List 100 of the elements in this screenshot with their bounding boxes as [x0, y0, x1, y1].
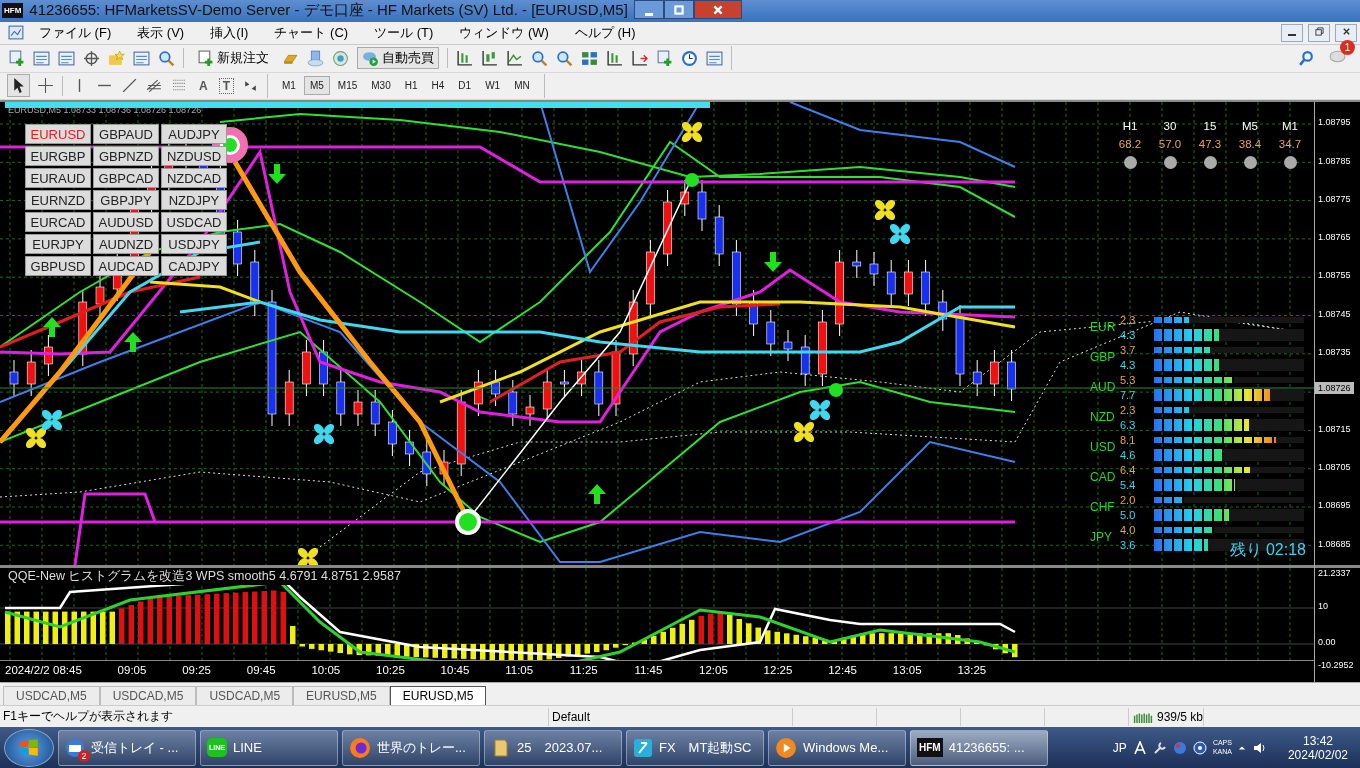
symbol-button[interactable]: CADJPY — [161, 256, 227, 277]
symbol-button[interactable]: USDCAD — [161, 212, 227, 233]
restore-button[interactable] — [1308, 23, 1330, 42]
crosshair-icon[interactable] — [83, 49, 100, 67]
symbol-button[interactable]: EURAUD — [25, 168, 91, 189]
timeframe-value: 57.0 — [1158, 138, 1182, 151]
timeframe-button[interactable]: M30 — [365, 76, 397, 96]
text-tool[interactable]: A — [196, 78, 211, 93]
menu-item[interactable]: 挿入(I) — [198, 21, 261, 44]
symbol-button[interactable]: EURJPY — [25, 234, 91, 255]
symbol-button[interactable]: EURCAD — [25, 212, 91, 233]
taskbar-button[interactable]: FX MT起動SC — [626, 729, 764, 766]
symbol-button[interactable]: EURUSD — [25, 124, 91, 145]
chart-tab[interactable]: USDCAD,M5 — [196, 685, 294, 705]
timeframe-button[interactable]: M5 — [303, 76, 330, 96]
status-dot — [1163, 156, 1177, 170]
ime-icon[interactable] — [1132, 740, 1147, 755]
symbol-button[interactable]: GBPNZD — [93, 146, 159, 167]
start-button[interactable] — [4, 728, 54, 767]
symbol-button[interactable]: AUDJPY — [161, 124, 227, 145]
chart-tab[interactable]: EURUSD,M5 — [293, 685, 390, 705]
help-icon[interactable] — [1192, 740, 1207, 755]
taskbar-button[interactable]: 25 2023.07... — [484, 729, 622, 766]
globe-icon[interactable] — [1172, 740, 1187, 755]
candlestick — [26, 349, 36, 397]
symbol-button[interactable]: NZDJPY — [161, 190, 227, 211]
language-indicator[interactable]: JP — [1112, 740, 1127, 755]
auto-trading-button[interactable]: 自動売買 — [357, 47, 439, 70]
signal-icon[interactable] — [332, 49, 349, 67]
cursor-icon[interactable] — [8, 75, 29, 97]
indicator-axis-label: -10.2952 — [1318, 660, 1354, 671]
zoom-in-icon[interactable] — [531, 49, 548, 67]
taskbar-button[interactable]: Windows Me... — [768, 729, 906, 766]
minimize-button[interactable] — [633, 0, 664, 19]
minimize-button[interactable] — [1281, 23, 1303, 42]
clock[interactable]: 13:42 2024/02/02 — [1287, 733, 1348, 762]
restore-button[interactable] — [663, 0, 694, 19]
symbol-button[interactable]: AUDCAD — [93, 256, 159, 277]
star-folder-icon[interactable] — [108, 49, 125, 67]
symbol-button[interactable]: EURGBP — [25, 146, 91, 167]
symbol-button[interactable]: EURNZD — [25, 190, 91, 211]
symbol-button[interactable]: GBPJPY — [93, 190, 159, 211]
indicator-axis-label: 10 — [1318, 601, 1328, 612]
symbol-button[interactable]: GBPAUD — [93, 124, 159, 145]
crosshair-icon[interactable] — [37, 77, 54, 95]
timeframe-button[interactable]: H1 — [398, 76, 424, 96]
list-icon[interactable] — [133, 49, 150, 67]
symbol-button[interactable]: NZDUSD — [161, 146, 227, 167]
timeframe-button[interactable]: MN — [508, 76, 536, 96]
add-indicator-icon[interactable] — [656, 49, 673, 67]
timeframe-button[interactable]: M1 — [276, 76, 302, 96]
butterfly-marker — [25, 428, 47, 449]
trendline-icon[interactable] — [121, 77, 138, 95]
symbol-button[interactable]: GBPCAD — [93, 168, 159, 189]
chart-header: EURUSD,M5 1.08733 1.08736 1.08726 1.08726 — [8, 105, 202, 116]
bar-chart-icon[interactable] — [456, 49, 473, 67]
menu-item[interactable]: チャート (C) — [262, 21, 361, 44]
menu-item[interactable]: 表示 (V) — [125, 21, 197, 44]
wrench-icon[interactable] — [1152, 740, 1167, 755]
channel-icon[interactable] — [146, 77, 163, 95]
candlestick — [938, 289, 948, 332]
tile-windows-icon[interactable] — [581, 49, 598, 67]
symbol-button[interactable]: GBPUSD — [25, 256, 91, 277]
zoom-out-icon[interactable] — [556, 49, 573, 67]
chart-tab[interactable]: USDCAD,M5 — [3, 685, 100, 705]
timeframe-button[interactable]: H4 — [425, 76, 451, 96]
menu-item[interactable]: ツール (T) — [362, 21, 446, 44]
line-chart-icon[interactable] — [506, 49, 523, 67]
magnifier-chart-icon[interactable] — [158, 49, 175, 67]
symbol-button[interactable]: NZDCAD — [161, 168, 227, 189]
clock-icon[interactable] — [681, 49, 698, 67]
time-label: 12:05 — [699, 664, 728, 677]
candlestick-icon[interactable] — [481, 49, 498, 67]
text-label-tool[interactable]: T — [218, 77, 234, 94]
symbol-button[interactable]: USDJPY — [161, 234, 227, 255]
close-button[interactable] — [693, 0, 742, 19]
timeframe-button[interactable]: M15 — [331, 76, 364, 96]
menu-item[interactable]: ファイル (F) — [27, 21, 124, 44]
menu-item[interactable]: ヘルプ (H) — [562, 21, 648, 44]
timeframe-button[interactable]: D1 — [452, 76, 478, 96]
profiles-icon[interactable] — [33, 49, 50, 67]
new-chart-icon[interactable] — [8, 49, 25, 67]
menu-item[interactable]: ウィンドウ (W) — [447, 21, 561, 44]
search-icon[interactable] — [1298, 49, 1315, 67]
taskbar-button[interactable]: HFM 41236655: ... — [910, 729, 1048, 766]
chart-window-icon[interactable] — [8, 24, 25, 42]
chart-tab[interactable]: EURUSD,M5 — [389, 685, 487, 705]
template-icon[interactable] — [706, 49, 723, 67]
taskbar-button[interactable]: 世界のトレー... — [342, 729, 480, 766]
new-order-button[interactable]: 新規注文 — [192, 47, 274, 70]
autoscroll-icon[interactable] — [606, 49, 623, 67]
chart-tab[interactable]: USDCAD,M5 — [99, 685, 197, 705]
timeframe-button[interactable]: W1 — [479, 76, 507, 96]
restore-icon — [672, 4, 685, 16]
symbol-button[interactable]: AUDNZD — [93, 234, 159, 255]
symbol-button[interactable]: AUDUSD — [93, 212, 159, 233]
window-icon[interactable] — [58, 49, 75, 67]
taskbar-button[interactable]: 2 受信トレイ - ... — [58, 729, 196, 766]
chart-shift-icon[interactable] — [631, 49, 648, 67]
close-button[interactable] — [1335, 23, 1357, 42]
